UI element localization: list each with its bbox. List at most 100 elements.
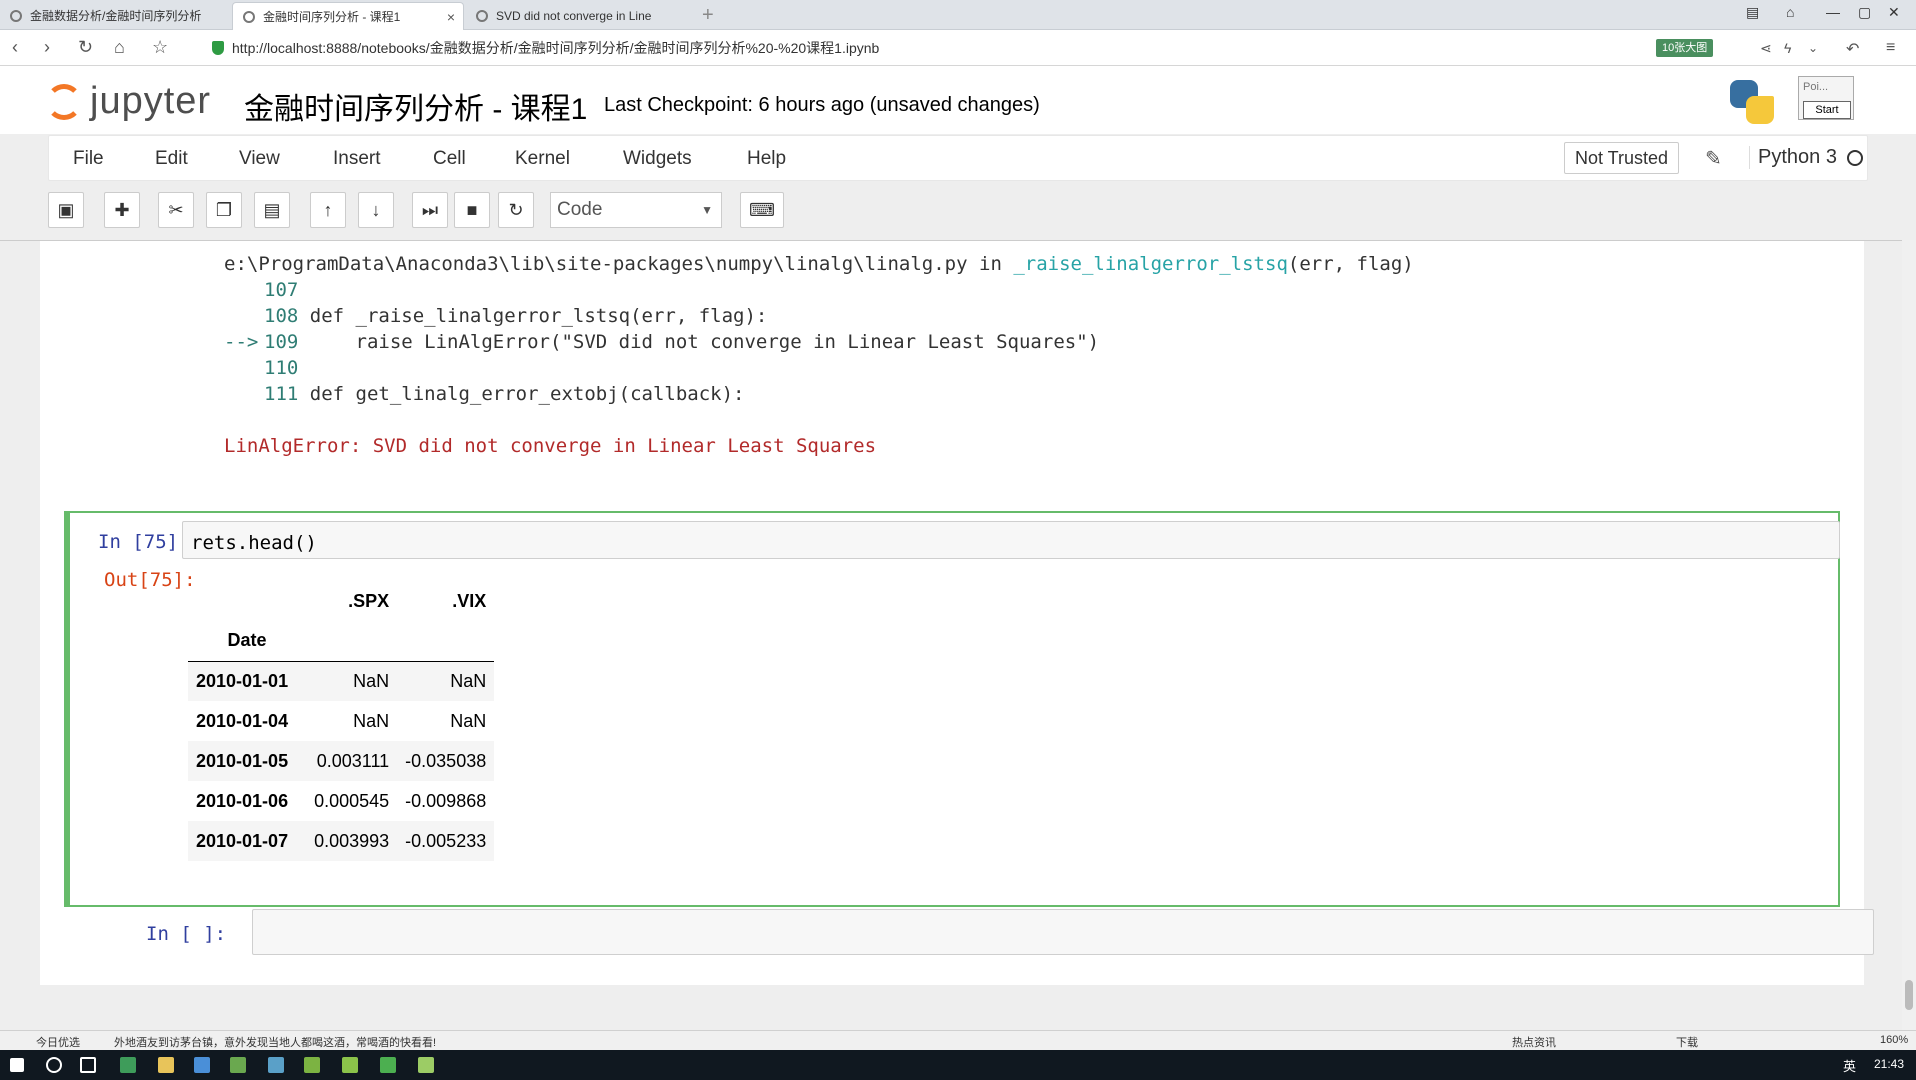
cut-button[interactable]: ✂ — [158, 192, 194, 228]
blank-header — [306, 621, 398, 662]
status-zoom[interactable]: 160% — [1880, 1034, 1908, 1046]
column-header: .VIX — [452, 590, 487, 611]
tab-list-icon[interactable]: ▤ — [1746, 4, 1759, 21]
command-palette-button[interactable]: ⌨ — [740, 192, 784, 228]
status-hot-news[interactable]: 热点资讯 — [1512, 1034, 1556, 1050]
maximize-icon[interactable]: ▢ — [1858, 4, 1871, 21]
app-icon[interactable] — [194, 1057, 210, 1073]
paste-button[interactable]: ▤ — [254, 192, 290, 228]
menu-cell[interactable]: Cell — [433, 148, 466, 170]
copy-button[interactable]: ❐ — [206, 192, 242, 228]
traceback-line: 110 — [224, 357, 310, 379]
keyboard-icon: ⌨ — [749, 200, 775, 220]
chevron-down-icon[interactable]: ⌄ — [1808, 41, 1818, 55]
shirt-icon[interactable]: ⌂ — [1786, 4, 1794, 20]
menu-insert[interactable]: Insert — [333, 148, 381, 170]
table-cell: 0.003993 — [314, 830, 390, 851]
jupyter-header: jupyter 金融时间序列分析 - 课程1 Last Checkpoint: … — [0, 66, 1916, 134]
app-icon[interactable] — [418, 1057, 434, 1073]
status-today-pick[interactable]: 今日优选 — [36, 1034, 80, 1050]
traceback-line-number: 109 — [264, 331, 299, 353]
scrollbar-thumb[interactable] — [1905, 980, 1913, 1010]
app-icon[interactable] — [380, 1057, 396, 1073]
browser-app-icon[interactable] — [120, 1057, 136, 1073]
new-tab-icon[interactable]: + — [702, 2, 714, 28]
loading-icon — [243, 11, 255, 23]
notebook-title[interactable]: 金融时间序列分析 - 课程1 — [244, 84, 587, 128]
scrollbar[interactable] — [1902, 240, 1916, 1030]
reload-icon[interactable]: ↻ — [78, 37, 93, 58]
restart-button[interactable]: ↻ — [498, 192, 534, 228]
traceback-line-number: 108 — [264, 305, 299, 327]
start-button[interactable]: Start — [1803, 101, 1851, 119]
menu-view[interactable]: View — [239, 148, 280, 170]
kernel-name: Python 3 — [1749, 146, 1837, 169]
code-cell-75[interactable]: In [75]: rets.head() Out[75]: .SPX .VIX … — [64, 511, 1840, 907]
loading-icon — [10, 10, 22, 22]
close-icon[interactable]: × — [447, 3, 455, 30]
empty-code-cell[interactable]: In [ ]: — [70, 903, 1874, 963]
status-download[interactable]: 下载 — [1676, 1034, 1698, 1050]
close-window-icon[interactable]: ✕ — [1888, 4, 1900, 21]
address-bar[interactable]: http://localhost:8888/notebooks/金融数据分析/金… — [212, 30, 879, 66]
row-index: 2010-01-01 — [196, 670, 289, 691]
app-icon[interactable] — [268, 1057, 284, 1073]
python-logo-icon — [1730, 80, 1776, 126]
code-input[interactable] — [252, 909, 1874, 955]
code-input[interactable]: rets.head() — [182, 521, 1840, 559]
minimize-icon[interactable]: — — [1826, 4, 1840, 20]
logo-text: jupyter — [90, 80, 212, 122]
menu-kernel[interactable]: Kernel — [515, 148, 570, 170]
clock[interactable]: 21:43 — [1874, 1057, 1904, 1071]
pencil-icon[interactable]: ✎ — [1705, 146, 1722, 171]
not-trusted-button[interactable]: Not Trusted — [1564, 142, 1680, 174]
tab-1[interactable]: 金融数据分析/金融时间序列分析 — [0, 2, 230, 30]
undo-icon[interactable]: ↶ — [1846, 39, 1859, 59]
app-icon[interactable] — [230, 1057, 246, 1073]
menu-help[interactable]: Help — [747, 148, 786, 170]
add-icon: ✚ — [114, 200, 130, 220]
ime-indicator[interactable]: 英 — [1843, 1056, 1856, 1075]
share-icon[interactable]: ⋖ — [1760, 40, 1772, 57]
traceback-line: 108 def _raise_linalgerror_lstsq(err, fl… — [224, 305, 767, 327]
run-button[interactable]: ⏭ — [412, 192, 448, 228]
task-view-icon[interactable] — [80, 1057, 96, 1073]
search-icon[interactable] — [46, 1057, 62, 1073]
menu-file[interactable]: File — [73, 148, 104, 170]
traceback-line-number: 111 — [264, 383, 299, 405]
insert-cell-button[interactable]: ✚ — [104, 192, 140, 228]
menu-icon[interactable]: ≡ — [1886, 39, 1895, 57]
app-icon[interactable] — [342, 1057, 358, 1073]
move-down-button[interactable]: ↓ — [358, 192, 394, 228]
cut-icon: ✂ — [168, 200, 184, 220]
index-name: Date — [188, 621, 307, 662]
windows-start-icon[interactable] — [10, 1058, 24, 1072]
menu-edit[interactable]: Edit — [155, 148, 188, 170]
save-button[interactable]: ▣ — [48, 192, 84, 228]
row-index: 2010-01-04 — [196, 710, 289, 731]
table-cell: -0.005233 — [405, 830, 487, 851]
star-icon[interactable]: ☆ — [152, 37, 168, 58]
menu-widgets[interactable]: Widgets — [623, 148, 692, 170]
column-header: .SPX — [348, 590, 390, 611]
table-row: 2010-01-05 0.003111 -0.035038 — [188, 741, 495, 781]
table-cell: -0.009868 — [405, 790, 487, 811]
tab-3[interactable]: SVD did not converge in Line — [466, 2, 698, 30]
forward-icon[interactable]: › — [44, 37, 50, 58]
app-icon[interactable] — [304, 1057, 320, 1073]
back-icon[interactable]: ‹ — [12, 37, 18, 58]
table-cell: NaN — [450, 670, 487, 691]
table-row: 2010-01-06 0.000545 -0.009868 — [188, 781, 494, 821]
taskbar: 英 21:43 — [0, 1050, 1916, 1080]
cell-type-select[interactable]: Code ▼ — [550, 192, 722, 228]
home-icon[interactable]: ⌂ — [114, 37, 125, 58]
status-news[interactable]: 外地酒友到访茅台镇，意外发现当地人都喝这酒，常喝酒的快看看! — [114, 1034, 436, 1050]
notebook-scroll-area[interactable]: e:\ProgramData\Anaconda3\lib\site-packag… — [0, 240, 1916, 1030]
tab-2[interactable]: 金融时间序列分析 - 课程1 × — [232, 2, 464, 30]
interrupt-button[interactable]: ■ — [454, 192, 490, 228]
url-badge[interactable]: 10张大图 — [1656, 39, 1714, 57]
bolt-icon[interactable]: ϟ — [1784, 40, 1791, 56]
folder-app-icon[interactable] — [158, 1057, 174, 1073]
move-up-button[interactable]: ↑ — [310, 192, 346, 228]
kernel-idle-icon — [1847, 150, 1863, 166]
